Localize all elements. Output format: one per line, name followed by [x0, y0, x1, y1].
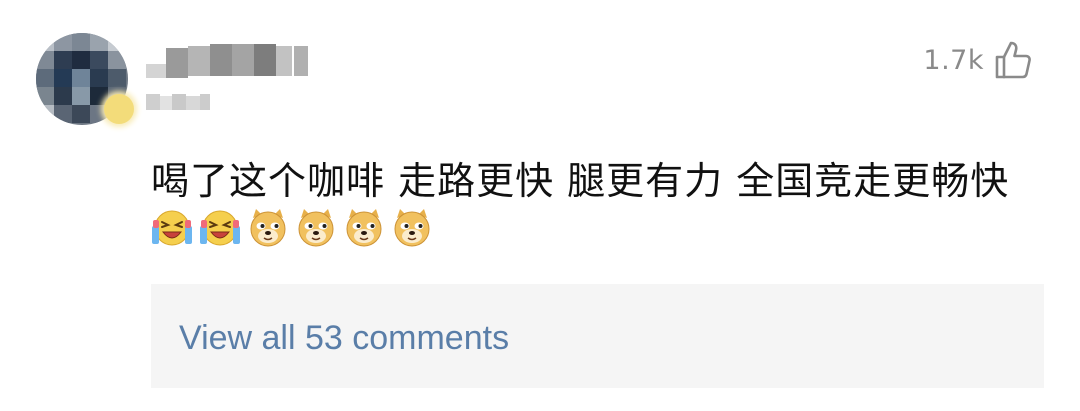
- laughing-crying-emoji-icon: [152, 210, 192, 246]
- view-all-comments-label: View all 53 comments: [179, 319, 510, 357]
- laughing-crying-emoji-icon: [200, 210, 240, 246]
- emoji-row: [150, 206, 434, 256]
- username[interactable]: [146, 42, 316, 82]
- comment-meta: [146, 90, 216, 114]
- vip-badge: [104, 94, 134, 124]
- doge-emoji-icon: [394, 209, 430, 247]
- doge-emoji-icon: [346, 209, 382, 247]
- like-area[interactable]: 1.7k: [923, 38, 1032, 82]
- doge-emoji-icon: [250, 209, 286, 247]
- like-count: 1.7k: [923, 44, 984, 76]
- doge-emoji-icon: [298, 209, 334, 247]
- comment-text: 喝了这个咖啡 走路更快 腿更有力 全国竞走更畅快: [151, 159, 1010, 203]
- thumbs-up-icon[interactable]: [994, 40, 1032, 80]
- comment-item: 1.7k 喝了这个咖啡 走路更快 腿更有力 全国竞走更畅快 View all 5…: [0, 0, 1080, 411]
- view-all-comments-button[interactable]: View all 53 comments: [151, 284, 1044, 388]
